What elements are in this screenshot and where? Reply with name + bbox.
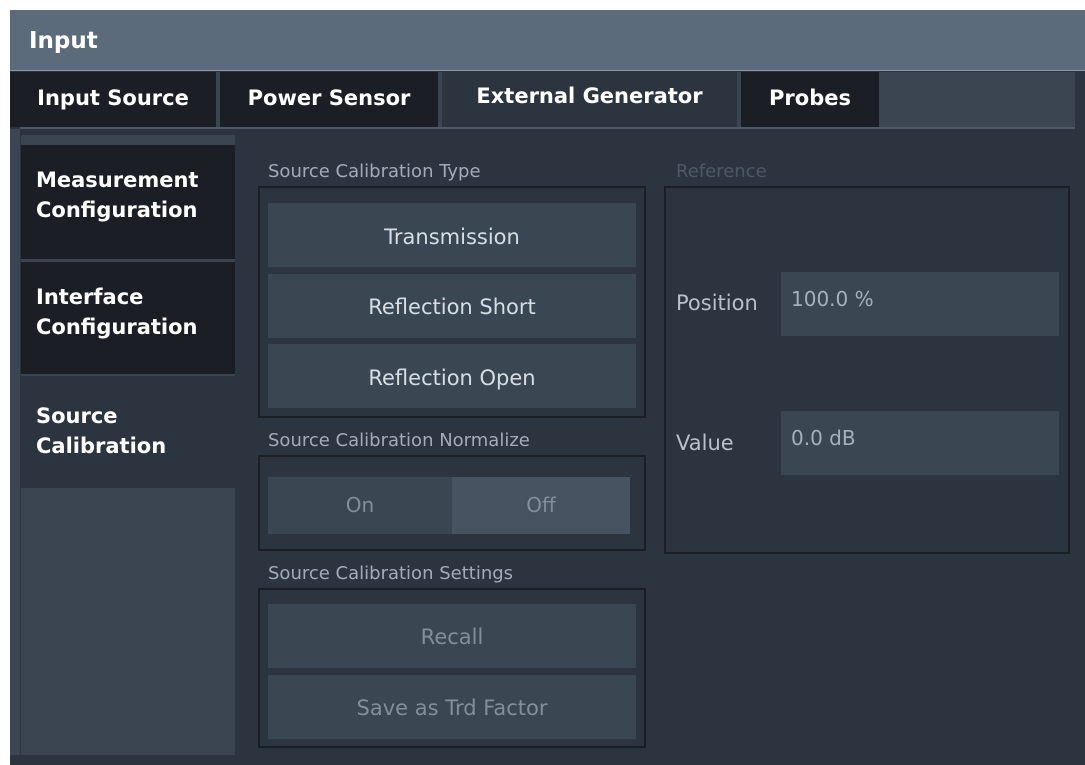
side-navigation: Measurement Configuration Interface Conf…	[21, 135, 235, 755]
sidenav-item-label: Configuration	[36, 198, 198, 222]
normalize-toggle[interactable]: On Off	[268, 477, 630, 534]
normalize-label: Source Calibration Normalize	[268, 430, 530, 451]
recall-button[interactable]: Recall	[268, 604, 636, 668]
sidenav-item-measurement-configuration[interactable]: Measurement Configuration	[21, 145, 235, 259]
tab-strip: Input Source Power Sensor External Gener…	[10, 72, 1075, 127]
sidenav-item-label: Measurement	[36, 168, 199, 192]
tab-external-generator[interactable]: External Generator	[442, 72, 737, 127]
transmission-button[interactable]: Transmission	[268, 203, 636, 267]
tab-probes[interactable]: Probes	[741, 72, 879, 127]
calibration-type-label: Source Calibration Type	[268, 161, 481, 182]
sidenav-item-interface-configuration[interactable]: Interface Configuration	[21, 262, 235, 374]
dialog-title: Input	[10, 10, 1085, 70]
normalize-off-option[interactable]: Off	[452, 477, 630, 534]
settings-label: Source Calibration Settings	[268, 563, 514, 584]
sidenav-item-label: Interface	[36, 285, 144, 309]
value-field[interactable]: 0.0 dB	[781, 411, 1059, 475]
reference-label: Reference	[676, 161, 767, 182]
sidenav-item-label: Calibration	[36, 434, 167, 458]
reflection-short-button[interactable]: Reflection Short	[268, 274, 636, 338]
position-label: Position	[676, 291, 758, 315]
sidenav-item-source-calibration[interactable]: Source Calibration	[21, 376, 235, 488]
value-label: Value	[676, 431, 734, 455]
reflection-open-button[interactable]: Reflection Open	[268, 344, 636, 408]
sidenav-item-label: Configuration	[36, 315, 198, 339]
title-divider	[10, 70, 1085, 71]
save-as-trd-factor-button[interactable]: Save as Trd Factor	[268, 675, 636, 739]
position-field[interactable]: 100.0 %	[781, 272, 1059, 336]
reference-group	[664, 186, 1070, 554]
normalize-on-option[interactable]: On	[268, 477, 452, 534]
panel-left-border	[10, 129, 20, 755]
sidenav-item-label: Source	[36, 404, 118, 428]
tab-power-sensor[interactable]: Power Sensor	[220, 72, 438, 127]
tab-input-source[interactable]: Input Source	[10, 72, 216, 127]
